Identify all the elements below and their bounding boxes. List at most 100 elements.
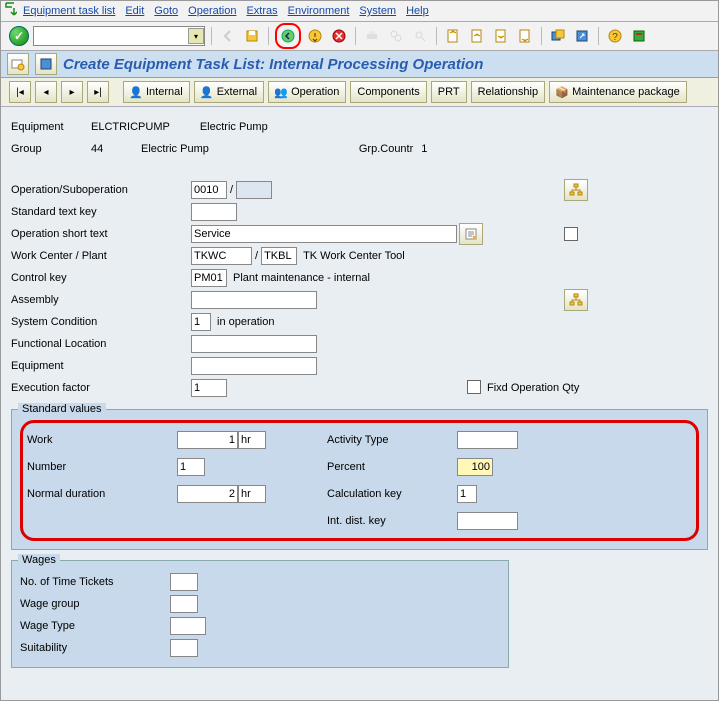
tab-components[interactable]: Components [350, 81, 426, 103]
layout-icon[interactable] [629, 26, 649, 46]
sap-window: Equipment task list Edit Goto Operation … [0, 0, 719, 701]
last-page-icon[interactable] [515, 26, 535, 46]
dropdown-icon[interactable]: ▾ [188, 28, 204, 44]
nav-prev-icon[interactable]: ◂ [35, 81, 57, 103]
operation-short-text-input[interactable] [191, 225, 457, 243]
equipment-desc: Electric Pump [200, 121, 268, 133]
command-field[interactable]: ▾ [33, 26, 205, 46]
wages-legend: Wages [18, 554, 60, 566]
operation-form: Operation/Suboperation / Standard text k… [11, 179, 708, 399]
exit-icon[interactable] [305, 26, 325, 46]
tab-prt[interactable]: PRT [431, 81, 467, 103]
equipment-field-input[interactable] [191, 357, 317, 375]
checkbox[interactable] [564, 227, 578, 241]
menu-goto[interactable]: Goto [154, 5, 178, 17]
separator [541, 27, 542, 45]
cancel-icon[interactable] [329, 26, 349, 46]
standard-values-group: Standard values Work Number [11, 409, 708, 550]
work-center-plant-label: Work Center / Plant [11, 250, 191, 262]
menu-bar: Equipment task list Edit Goto Operation … [1, 1, 718, 22]
percent-label: Percent [327, 461, 457, 473]
functional-location-label: Functional Location [11, 338, 191, 350]
object-icon[interactable] [7, 53, 29, 75]
plant-input[interactable] [261, 247, 297, 265]
normal-duration-unit-input[interactable] [238, 485, 266, 503]
functional-location-input[interactable] [191, 335, 317, 353]
calculation-key-input[interactable] [457, 485, 477, 503]
menu-help[interactable]: Help [406, 5, 429, 17]
work-unit-input[interactable] [238, 431, 266, 449]
save-icon[interactable] [242, 26, 262, 46]
display-icon[interactable] [35, 53, 57, 75]
system-condition-desc: in operation [217, 316, 275, 328]
normal-duration-input[interactable] [177, 485, 238, 503]
page-up-icon[interactable] [467, 26, 487, 46]
tab-internal[interactable]: 👤Internal [123, 81, 190, 103]
grpcountr-label: Grp.Countr [359, 143, 413, 155]
print-icon [362, 26, 382, 46]
group-value: 44 [91, 143, 121, 155]
grpcountr-value: 1 [421, 143, 427, 155]
menu-extras[interactable]: Extras [246, 5, 277, 17]
standard-values-legend: Standard values [18, 403, 106, 415]
assembly-input[interactable] [191, 291, 317, 309]
time-tickets-input[interactable] [170, 573, 198, 591]
work-center-desc: TK Work Center Tool [303, 250, 405, 262]
shortcut-icon[interactable] [572, 26, 592, 46]
equipment-field-label: Equipment [11, 360, 191, 372]
tab-external[interactable]: 👤External [194, 81, 264, 103]
standard-text-key-input[interactable] [191, 203, 237, 221]
wage-type-input[interactable] [170, 617, 206, 635]
work-input[interactable] [177, 431, 238, 449]
new-session-icon[interactable] [548, 26, 568, 46]
svg-text:?: ? [612, 32, 618, 43]
page-down-icon[interactable] [491, 26, 511, 46]
separator [211, 27, 212, 45]
menu-operation[interactable]: Operation [188, 5, 236, 17]
title-bar: Create Equipment Task List: Internal Pro… [1, 51, 718, 78]
work-center-input[interactable] [191, 247, 252, 265]
wage-group-input[interactable] [170, 595, 198, 613]
structure-icon[interactable] [564, 289, 588, 311]
system-condition-input[interactable] [191, 313, 211, 331]
nav-first-icon[interactable]: |◂ [9, 81, 31, 103]
hierarchy-icon[interactable] [564, 179, 588, 201]
menu-environment[interactable]: Environment [288, 5, 350, 17]
system-condition-label: System Condition [11, 316, 191, 328]
fixd-operation-qty-checkbox[interactable] [467, 380, 481, 394]
normal-duration-label: Normal duration [27, 488, 177, 500]
control-key-input[interactable] [191, 269, 227, 287]
suitability-input[interactable] [170, 639, 198, 657]
control-key-label: Control key [11, 272, 191, 284]
menu-equipment-task-list[interactable]: Equipment task list [23, 5, 115, 17]
first-page-icon[interactable] [443, 26, 463, 46]
application-toolbar: |◂ ◂ ▸ ▸| 👤Internal 👤External 👥Operation… [1, 78, 718, 107]
execution-factor-label: Execution factor [11, 382, 191, 394]
group-label: Group [11, 143, 91, 155]
back-icon[interactable] [275, 23, 301, 49]
content-area: Equipment ELCTRICPUMP Electric Pump Grou… [1, 107, 718, 701]
percent-input[interactable] [457, 458, 493, 476]
control-key-desc: Plant maintenance - internal [233, 272, 370, 284]
nav-last-icon[interactable]: ▸| [87, 81, 109, 103]
tab-maintenance-package[interactable]: 📦Maintenance package [549, 81, 687, 103]
number-input[interactable] [177, 458, 205, 476]
execution-factor-input[interactable] [191, 379, 227, 397]
prev-icon[interactable] [218, 26, 238, 46]
assembly-label: Assembly [11, 294, 191, 306]
tab-relationship[interactable]: Relationship [471, 81, 546, 103]
long-text-icon[interactable] [459, 223, 483, 245]
operation-input[interactable] [191, 181, 227, 199]
suboperation-input[interactable] [236, 181, 272, 199]
menu-edit[interactable]: Edit [125, 5, 144, 17]
int-dist-key-input[interactable] [457, 512, 518, 530]
wage-group-label: Wage group [20, 598, 170, 610]
tab-operation[interactable]: 👥Operation [268, 81, 346, 103]
enter-icon[interactable]: ✓ [9, 26, 29, 46]
activity-type-label: Activity Type [327, 434, 457, 446]
activity-type-input[interactable] [457, 431, 518, 449]
menu-system[interactable]: System [359, 5, 396, 17]
standard-toolbar: ✓ ▾ ? [1, 22, 718, 51]
nav-next-icon[interactable]: ▸ [61, 81, 83, 103]
help-icon[interactable]: ? [605, 26, 625, 46]
